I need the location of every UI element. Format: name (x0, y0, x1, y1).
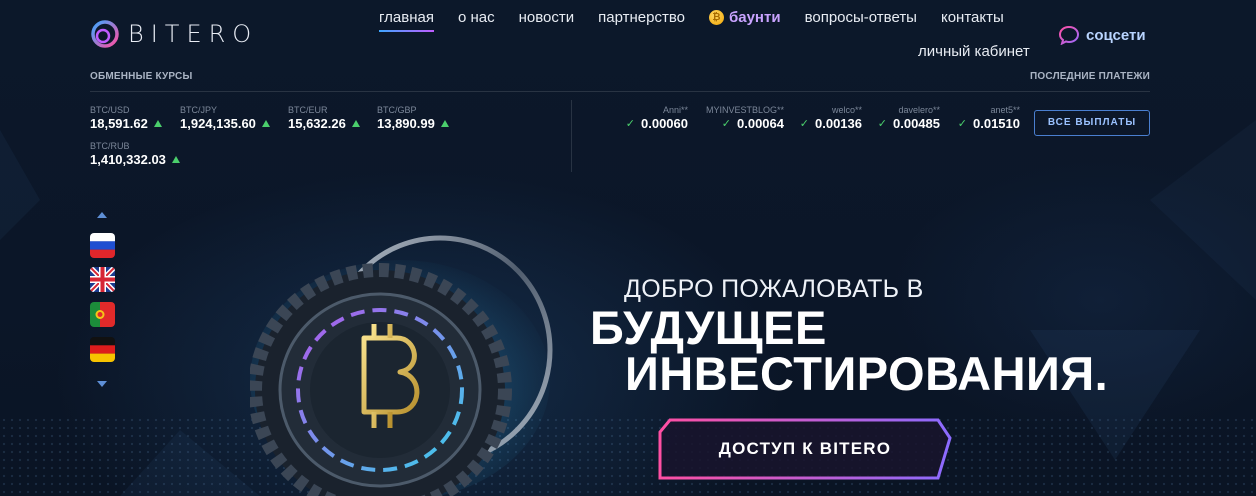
rate-value: 13,890.99 (377, 116, 435, 131)
payment-amount: 0.01510 (973, 116, 1020, 131)
nav-item-cabinet[interactable]: личный кабинет (918, 43, 1030, 60)
payment-amount: 0.00064 (737, 116, 784, 131)
payment-user: Anni** (662, 105, 688, 115)
chevron-up-icon[interactable] (97, 212, 107, 218)
rate-item: BTC/JPY 1,924,135.60 (180, 105, 270, 131)
payment-amount-row: ✓ 0.00060 (626, 116, 688, 131)
chat-bubble-icon (1058, 25, 1080, 45)
access-bitero-button[interactable]: ДОСТУП К BITERO (658, 418, 952, 480)
divider-vertical (571, 100, 572, 172)
nav-item-home[interactable]: главная (379, 9, 434, 32)
social-link[interactable]: соцсети (1058, 25, 1146, 45)
rate-value: 1,410,332.03 (90, 152, 166, 167)
bitcoin-coin-illustration (250, 235, 553, 496)
payment-amount: 0.00136 (815, 116, 862, 131)
payments-title: ПОСЛЕДНИЕ ПЛАТЕЖИ (1030, 71, 1150, 82)
rates-title: ОБМЕННЫЕ КУРСЫ (90, 71, 193, 82)
main-nav: главная о нас новости партнерство ₿ баун… (379, 9, 1028, 32)
rate-item: BTC/GBP 13,890.99 (377, 105, 449, 131)
arrow-up-icon (440, 120, 449, 127)
portugal-flag-icon[interactable] (90, 302, 115, 327)
payment-item: welco** ✓ 0.00136 (800, 105, 862, 131)
payment-amount-row: ✓ 0.00485 (878, 116, 940, 131)
rate-item: BTC/EUR 15,632.26 (288, 105, 360, 131)
nav-item-news[interactable]: новости (519, 9, 575, 32)
nav-item-faq[interactable]: вопросы-ответы (805, 9, 917, 32)
arrow-up-icon (351, 120, 360, 127)
payment-amount-row: ✓ 0.01510 (958, 116, 1020, 131)
hero-title-line2: ИНВЕСТИРОВАНИЯ. (625, 347, 1109, 400)
access-bitero-label: ДОСТУП К BITERO (718, 439, 892, 458)
uk-flag-icon[interactable] (90, 267, 115, 292)
rate-pair: BTC/EUR (288, 105, 328, 115)
payment-item: anet5** ✓ 0.01510 (958, 105, 1020, 131)
rate-value-row: 13,890.99 (377, 116, 449, 131)
payment-amount: 0.00485 (893, 116, 940, 131)
arrow-up-icon (153, 120, 162, 127)
chevron-down-icon[interactable] (97, 381, 107, 387)
payment-user: welco** (831, 105, 862, 115)
check-icon: ✓ (877, 118, 887, 130)
rate-pair: BTC/RUB (90, 141, 130, 151)
check-icon: ✓ (957, 118, 967, 130)
nav-item-bounty-label: баунти (728, 9, 781, 26)
rate-pair: BTC/USD (90, 105, 130, 115)
social-label: соцсети (1086, 26, 1146, 44)
rate-value-row: 1,924,135.60 (180, 116, 270, 131)
check-icon: ✓ (721, 118, 731, 130)
payment-amount-row: ✓ 0.00136 (800, 116, 862, 131)
check-icon: ✓ (625, 118, 635, 130)
rate-pair: BTC/GBP (377, 105, 417, 115)
check-icon: ✓ (799, 118, 809, 130)
rate-item: BTC/USD 18,591.62 (90, 105, 162, 131)
divider (90, 91, 1150, 92)
nav-item-about[interactable]: о нас (458, 9, 495, 32)
payment-amount-row: ✓ 0.00064 (706, 116, 784, 131)
nav-item-partnership[interactable]: партнерство (598, 9, 685, 32)
nav-item-contacts[interactable]: контакты (941, 9, 1004, 32)
payment-amount: 0.00060 (641, 116, 688, 131)
payment-user: MYINVESTBLOG** (705, 105, 784, 115)
nav-item-bounty[interactable]: ₿ баунти (708, 9, 781, 32)
rate-item: BTC/RUB 1,410,332.03 (90, 141, 180, 167)
payment-item: davelero** ✓ 0.00485 (878, 105, 940, 131)
ru-flag-icon[interactable] (90, 233, 115, 258)
rate-value: 15,632.26 (288, 116, 346, 131)
payment-item: Anni** ✓ 0.00060 (626, 105, 688, 131)
rate-value: 1,924,135.60 (180, 116, 256, 131)
rate-value-row: 18,591.62 (90, 116, 162, 131)
all-payouts-button[interactable]: ВСЕ ВЫПЛАТЫ (1034, 110, 1150, 136)
germany-flag-icon[interactable] (90, 337, 115, 362)
rate-value-row: 1,410,332.03 (90, 152, 180, 167)
arrow-up-icon (261, 120, 270, 127)
rate-value-row: 15,632.26 (288, 116, 360, 131)
logo-mark-icon (91, 20, 119, 48)
arrow-up-icon (171, 156, 180, 163)
logo-text: BITERO (128, 20, 259, 48)
rate-value: 18,591.62 (90, 116, 148, 131)
payment-user: davelero** (898, 105, 940, 115)
payment-item: MYINVESTBLOG** ✓ 0.00064 (706, 105, 784, 131)
logo[interactable]: BITERO (90, 19, 258, 49)
rate-pair: BTC/JPY (180, 105, 218, 115)
payment-user: anet5** (990, 105, 1020, 115)
coin-icon: ₿ (708, 10, 724, 25)
